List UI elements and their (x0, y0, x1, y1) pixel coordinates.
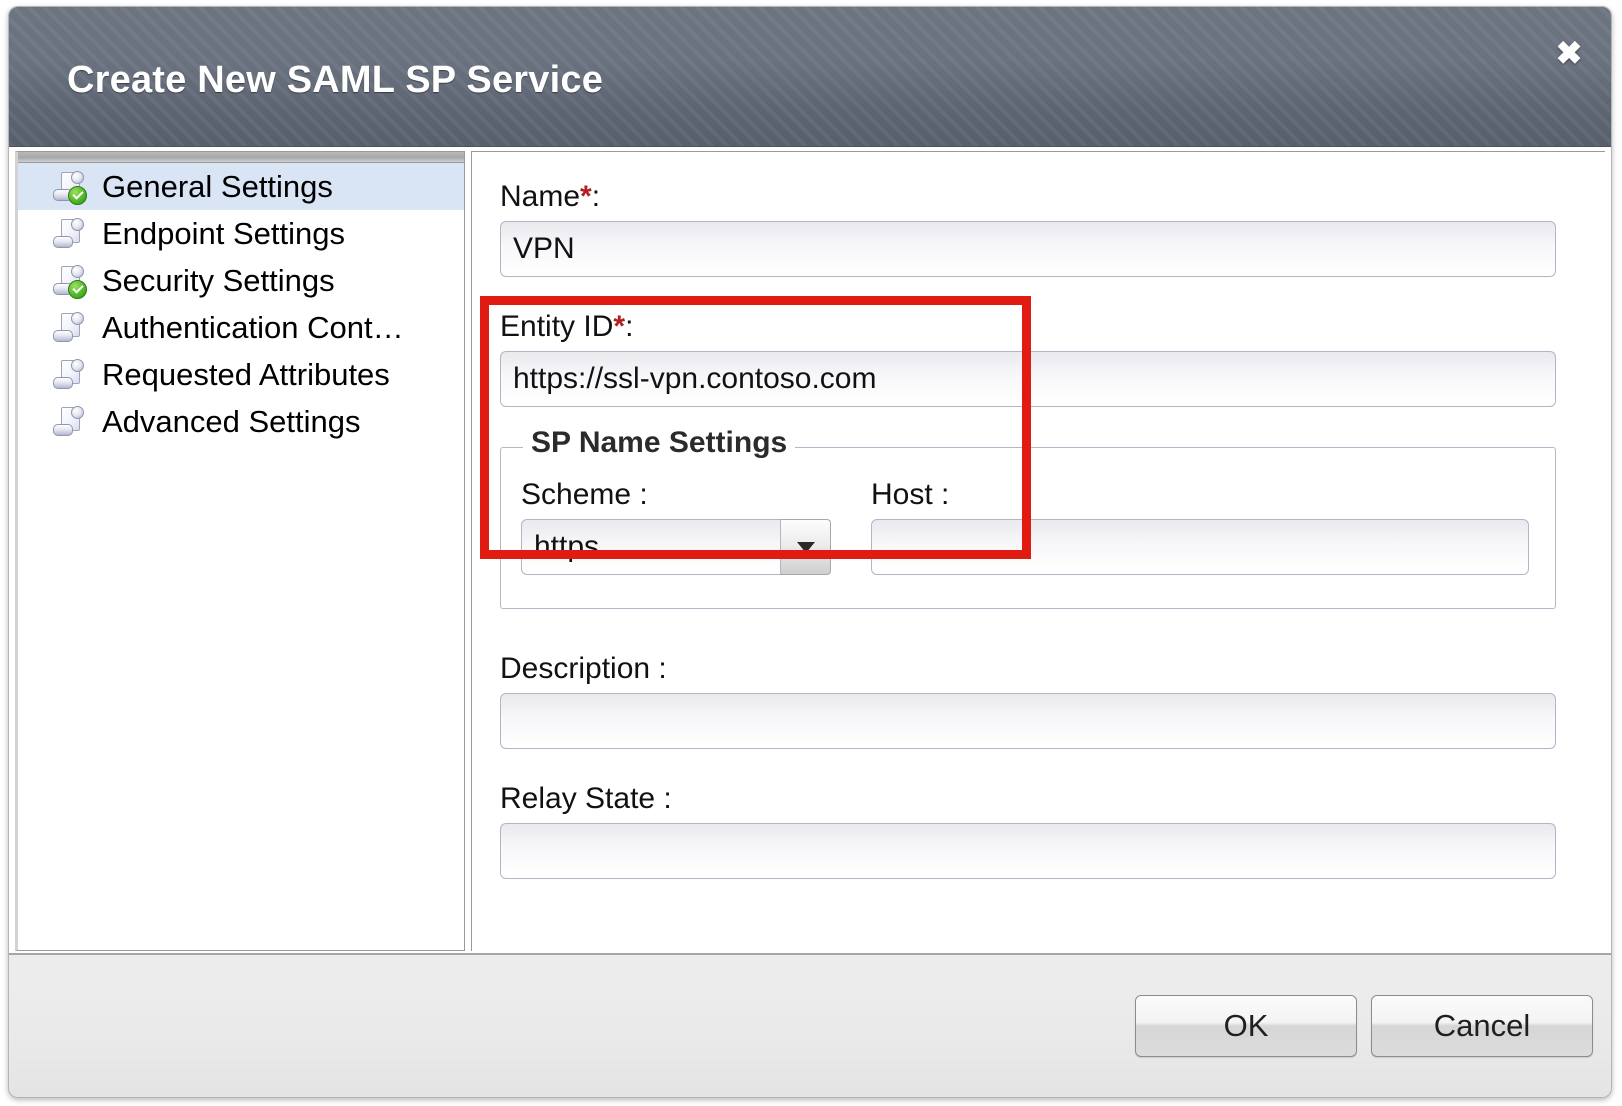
scroll-icon (52, 311, 86, 345)
relay-state-input[interactable] (500, 823, 1556, 879)
host-input[interactable] (871, 519, 1529, 575)
description-label: Description : (500, 652, 1556, 686)
dialog-body: General Settings Endpoint Settings Secur… (9, 147, 1611, 955)
sidebar-item-label: Endpoint Settings (102, 216, 345, 252)
scroll-icon (52, 217, 86, 251)
scheme-field-group: Scheme : https (521, 478, 831, 575)
dialog-titlebar: Create New SAML SP Service ✖ (9, 7, 1611, 147)
description-field-group: Description : (500, 652, 1556, 749)
scheme-selected-value: https (521, 519, 781, 575)
sidebar-item-label: Authentication Cont… (102, 310, 404, 346)
relay-state-label: Relay State : (500, 782, 1556, 816)
sidebar-item-security-settings[interactable]: Security Settings (18, 257, 464, 304)
sidebar-top-strip (18, 152, 464, 163)
required-asterisk: * (613, 310, 625, 343)
scroll-check-icon (52, 170, 86, 204)
name-field-group: Name*: (500, 180, 1556, 277)
name-label: Name*: (500, 180, 1556, 214)
sidebar-item-label: Requested Attributes (102, 357, 390, 393)
name-input[interactable] (500, 221, 1556, 277)
sidebar-item-advanced-settings[interactable]: Advanced Settings (18, 398, 464, 445)
scroll-check-icon (52, 264, 86, 298)
scroll-icon (52, 358, 86, 392)
sidebar-item-label: Security Settings (102, 263, 335, 299)
entity-id-input[interactable] (500, 351, 1556, 407)
scheme-label: Scheme : (521, 478, 831, 512)
entity-id-field-group: Entity ID*: (500, 310, 1556, 407)
create-saml-sp-service-dialog: Create New SAML SP Service ✖ General Set… (8, 6, 1612, 1098)
description-input[interactable] (500, 693, 1556, 749)
general-settings-form: Name*: Entity ID*: SP Name Settings Sche… (471, 151, 1605, 951)
sidebar-item-authentication-context[interactable]: Authentication Cont… (18, 304, 464, 351)
sidebar-item-label: Advanced Settings (102, 404, 361, 440)
settings-nav-sidebar: General Settings Endpoint Settings Secur… (15, 151, 465, 951)
entity-id-label: Entity ID*: (500, 310, 1556, 344)
cancel-button[interactable]: Cancel (1371, 995, 1593, 1057)
scheme-select[interactable]: https (521, 519, 831, 575)
host-field-group: Host : (871, 478, 1529, 575)
sidebar-item-label: General Settings (102, 169, 333, 205)
dialog-footer: OK Cancel (9, 953, 1611, 1097)
sp-name-settings-legend: SP Name Settings (523, 426, 795, 460)
sidebar-item-requested-attributes[interactable]: Requested Attributes (18, 351, 464, 398)
host-label: Host : (871, 478, 1529, 512)
close-icon[interactable]: ✖ (1547, 31, 1591, 75)
relay-state-field-group: Relay State : (500, 782, 1556, 879)
sidebar-item-general-settings[interactable]: General Settings (18, 163, 464, 210)
chevron-down-icon[interactable] (781, 519, 831, 575)
sp-name-settings-fieldset: SP Name Settings Scheme : https Host : (500, 447, 1556, 609)
dialog-title: Create New SAML SP Service (67, 59, 603, 102)
scroll-icon (52, 405, 86, 439)
ok-button[interactable]: OK (1135, 995, 1357, 1057)
sidebar-item-endpoint-settings[interactable]: Endpoint Settings (18, 210, 464, 257)
required-asterisk: * (580, 180, 592, 213)
